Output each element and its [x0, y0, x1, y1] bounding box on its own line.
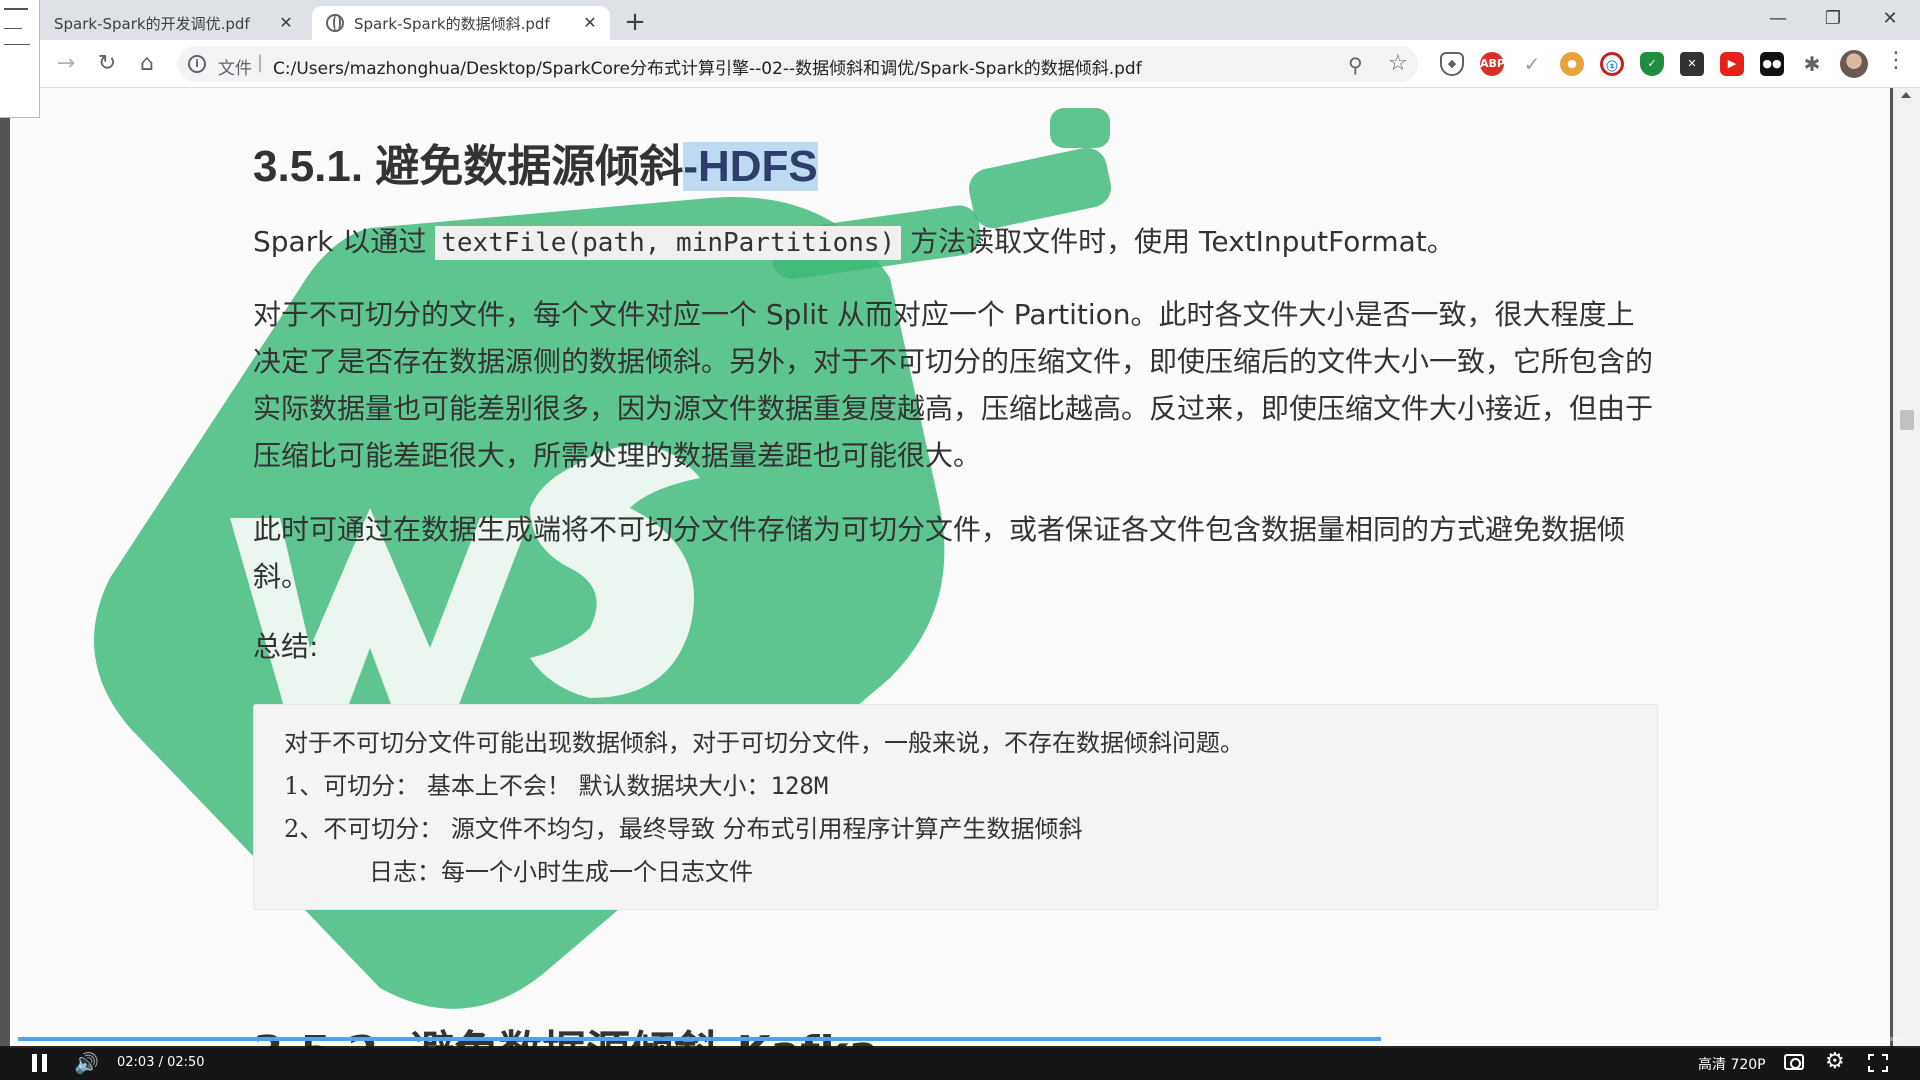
video-control-bar: 🔊 02:03 / 02:50 高清 720P ⚙	[0, 1046, 1920, 1080]
paragraph-textfile: Spark 以通过 textFile(path, minPartitions) …	[253, 218, 1653, 267]
guard-extension-icon[interactable]: ✓	[1640, 52, 1664, 76]
url-text[interactable]: C:/Users/mazhonghua/Desktop/SparkCore分布式…	[273, 54, 1273, 79]
zoom-icon[interactable]: ⚲	[1348, 53, 1363, 77]
url-separator: |	[257, 52, 264, 73]
page-thumbnail	[0, 0, 40, 118]
thumbnail-line	[4, 28, 22, 29]
paragraph-solution: 此时可通过在数据生成端将不可切分文件存储为可切分文件，或者保证各文件包含数据量相…	[253, 513, 1626, 593]
tab-title: Spark-Spark的开发调优.pdf	[54, 14, 250, 33]
settings-icon[interactable]: ⚙	[1825, 1049, 1845, 1074]
scrollbar[interactable]	[1893, 88, 1920, 1048]
globe-icon	[326, 14, 344, 32]
screen: Spark-Spark的开发调优.pdf ✕ Spark-Spark的数据倾斜.…	[0, 0, 1920, 1080]
home-icon[interactable]: ⌂	[131, 48, 163, 80]
cookie-extension-icon[interactable]: ●	[1560, 52, 1584, 76]
scrollbar-thumb[interactable]	[1900, 410, 1914, 430]
section-heading: 3.5.1. 避免数据源倾斜-HDFS	[253, 130, 818, 194]
pdf-page: 3.5.1. 避免数据源倾斜-HDFS Spark 以通过 textFile(p…	[10, 88, 1890, 1048]
summary-block: 对于不可切分文件可能出现数据倾斜，对于可切分文件，一般来说，不存在数据倾斜问题。…	[253, 704, 1658, 910]
adblock-extension-icon[interactable]: ABP	[1480, 52, 1505, 76]
thumbnail-line	[4, 44, 30, 45]
url-scheme-label: 文件	[218, 59, 252, 79]
fullscreen-icon[interactable]	[1868, 1054, 1888, 1072]
tampermonkey-extension-icon[interactable]: ●●	[1760, 52, 1784, 76]
maximize-button[interactable]: ❐	[1813, 4, 1853, 34]
tab-spark-dev-tuning[interactable]: Spark-Spark的开发调优.pdf ✕	[40, 6, 306, 40]
quality-selector[interactable]: 高清 720P	[1698, 1054, 1766, 1074]
text-span: Spark 以通过	[253, 225, 436, 258]
summary-line-text: 1、可切分： 基本上不会！ 默认数据块大小：	[284, 772, 771, 800]
volume-icon[interactable]: 🔊	[74, 1051, 99, 1075]
scroll-up-icon[interactable]	[1901, 92, 1911, 98]
block-extension-icon[interactable]: ⓢ	[1600, 52, 1624, 76]
summary-label: 总结:	[253, 630, 319, 663]
heading-text: 3.5.1. 避免数据源倾斜	[253, 142, 684, 191]
puzzle-icon[interactable]: ✱	[1800, 52, 1824, 76]
heading-highlighted-text: -HDFS	[683, 142, 818, 191]
check-extension-icon[interactable]: ✓	[1520, 52, 1544, 76]
video-extension-icon[interactable]: ▶	[1720, 52, 1744, 76]
summary-line: 1、可切分： 基本上不会！ 默认数据块大小：128M	[284, 766, 828, 801]
window-close-button[interactable]: ✕	[1870, 4, 1910, 34]
minimize-button[interactable]: —	[1758, 4, 1798, 34]
menu-icon[interactable]: ⋮	[1885, 48, 1907, 73]
thumbnail-line	[4, 8, 28, 10]
paragraph-unsplittable: 对于不可切分的文件，每个文件对应一个 Split 从而对应一个 Partitio…	[253, 298, 1654, 472]
block-size-value: 128M	[770, 772, 829, 800]
shield-extension-icon[interactable]: ◆	[1440, 52, 1464, 76]
reload-icon[interactable]: ↻	[91, 48, 123, 80]
summary-line: 2、不可切分： 源文件不均匀，最终导致 分布式引用程序计算产生数据倾斜	[284, 815, 1083, 843]
x-extension-icon[interactable]: ✕	[1680, 52, 1704, 76]
camera-icon[interactable]	[1784, 1054, 1804, 1070]
video-time: 02:03 / 02:50	[117, 1055, 205, 1070]
text-span: 方法读取文件时，使用 TextInputFormat。	[901, 225, 1455, 258]
next-section-heading: 3.5.2. 避免数据源倾斜-Kafka	[253, 1016, 878, 1048]
video-progress-bar[interactable]	[18, 1037, 1903, 1041]
tab-strip: Spark-Spark的开发调优.pdf ✕ Spark-Spark的数据倾斜.…	[0, 0, 1920, 40]
avatar[interactable]	[1840, 50, 1868, 78]
info-icon[interactable]: i	[188, 55, 206, 73]
pause-icon[interactable]	[32, 1054, 48, 1072]
tab-title: Spark-Spark的数据倾斜.pdf	[354, 14, 550, 33]
new-tab-button[interactable]: +	[620, 8, 650, 38]
summary-line: 对于不可切分文件可能出现数据倾斜，对于可切分文件，一般来说，不存在数据倾斜问题。	[284, 729, 1244, 757]
close-icon[interactable]: ✕	[580, 13, 600, 33]
pdf-viewport[interactable]: 3.5.1. 避免数据源倾斜-HDFS Spark 以通过 textFile(p…	[0, 88, 1920, 1048]
browser-toolbar: → ↻ ⌂ i 文件 | C:/Users/mazhonghua/Desktop…	[0, 40, 1920, 88]
star-icon[interactable]: ☆	[1388, 51, 1408, 76]
address-bar[interactable]: i 文件 | C:/Users/mazhonghua/Desktop/Spark…	[178, 46, 1418, 82]
watermark-shape	[1050, 108, 1110, 148]
close-icon[interactable]: ✕	[276, 13, 296, 33]
back-icon[interactable]: →	[50, 48, 82, 80]
video-progress-fill	[18, 1037, 1381, 1041]
tab-spark-data-skew[interactable]: Spark-Spark的数据倾斜.pdf ✕	[312, 6, 610, 40]
inline-code: textFile(path, minPartitions)	[435, 226, 902, 260]
summary-line: 日志：每一个小时生成一个日志文件	[369, 858, 753, 886]
